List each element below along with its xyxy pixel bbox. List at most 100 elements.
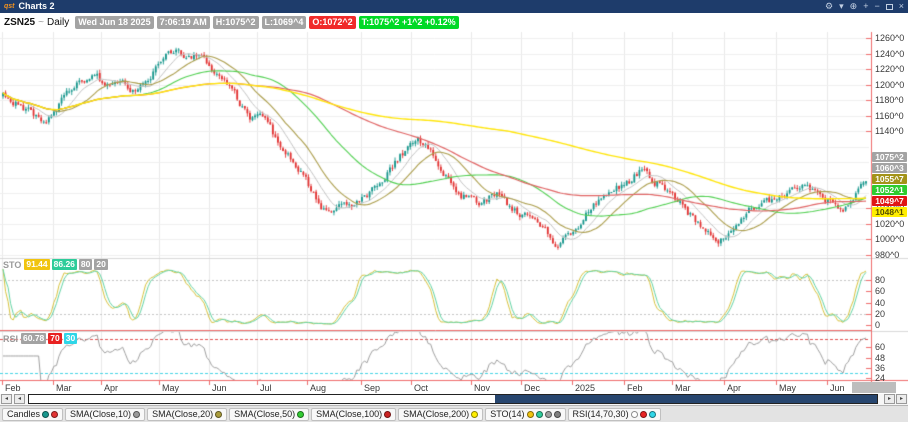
move-icon[interactable]: +: [863, 1, 868, 12]
legend-color-dot: [384, 410, 392, 418]
chart-area[interactable]: 1260^0 1240^0 1220^0 1200^0 1180^0 1160^0 1140…: [0, 31, 908, 394]
legend-item-sma-close-100-[interactable]: SMA(Close,100): [311, 407, 397, 421]
chevron-down-icon[interactable]: ▾: [839, 1, 844, 12]
legend-item-sma-close-50-[interactable]: SMA(Close,50): [229, 407, 310, 421]
x-axis-label: Jun: [212, 383, 227, 393]
legend-bar: Candles SMA(Close,10) SMA(Close,20) SMA(Clo…: [0, 405, 908, 422]
scrollbar-thumb[interactable]: [495, 395, 877, 403]
x-axis-label: Feb: [5, 383, 21, 393]
price-axis-badge-sma50: 1052^1: [872, 185, 907, 195]
legend-label: Candles: [7, 409, 41, 419]
legend-color-dot: [133, 410, 141, 418]
price-axis-badge-last-price: 1075^2: [872, 152, 907, 162]
legend-label: RSI(14,70,30): [572, 409, 629, 419]
legend-label: STO(14): [490, 409, 525, 419]
price-axis-badge-sma20: 1055^7: [872, 174, 907, 184]
legend-color-dot: [471, 410, 479, 418]
chart-header: ZSN25 ~ Daily Wed Jun 18 2025 7:06:19 AM H…: [0, 13, 908, 31]
price-axis-label: 1000^0: [875, 234, 905, 245]
period-selector[interactable]: Daily: [47, 17, 69, 28]
legend-color-dot: [648, 410, 656, 418]
legend-color-dot: [297, 410, 305, 418]
rsi-indicator-header: RSI 60.78 70 30: [3, 333, 78, 344]
close-icon[interactable]: ×: [899, 1, 904, 12]
legend-color-dot: [42, 410, 50, 418]
price-axis-badge-sma10: 1060^3: [872, 163, 907, 173]
legend-label: SMA(Close,10): [70, 409, 132, 419]
sto-label: STO: [3, 259, 22, 270]
x-axis-label: Mar: [675, 383, 691, 393]
legend-color-dot: [526, 410, 534, 418]
legend-item-rsi-14-70-30-[interactable]: RSI(14,70,30): [567, 407, 661, 421]
settings-icon[interactable]: ⚙: [825, 1, 833, 12]
legend-label: SMA(Close,100): [316, 409, 383, 419]
quote-badge: T:1075^2 +1^2 +0.12%: [358, 15, 459, 29]
legend-color-dot: [544, 410, 552, 418]
legend-label: SMA(Close,200): [403, 409, 470, 419]
price-axis-label: 1140^0: [875, 126, 904, 137]
x-axis-label: May: [779, 383, 797, 393]
price-axis-label: 1200^0: [875, 79, 905, 90]
legend-item-sto-14-[interactable]: STO(14): [485, 407, 566, 421]
scroll-left-button[interactable]: ◂: [14, 394, 25, 404]
rsi-axis-label: 36: [875, 362, 886, 373]
price-axis-badge-sma100: 1049^7: [872, 196, 907, 206]
quote-badges: Wed Jun 18 2025 7:06:19 AM H:1075^2 L:1069^…: [75, 15, 459, 29]
sto-value-badge: 91.44: [24, 259, 50, 270]
price-axis-label: 980^0: [875, 249, 900, 260]
legend-item-sma-close-20-[interactable]: SMA(Close,20): [147, 407, 228, 421]
sto-axis-label: 40: [875, 297, 886, 308]
quote-badge: 7:06:19 AM: [156, 15, 210, 29]
sto-axis-label: 60: [875, 286, 886, 297]
rsi-value-badge: 60.78: [21, 333, 47, 344]
x-axis-label: Aug: [310, 383, 327, 393]
scroll-end-button[interactable]: ▸: [896, 394, 907, 404]
legend-color-dot: [630, 410, 638, 418]
minimize-icon[interactable]: −: [874, 1, 879, 12]
pin-icon[interactable]: ⊕: [850, 1, 858, 12]
x-axis-label: Jun: [830, 383, 845, 393]
symbol-period-separator: ~: [38, 16, 44, 28]
price-chart-canvas[interactable]: [0, 31, 908, 394]
x-axis-label: May: [162, 383, 180, 393]
x-axis-label: Dec: [524, 383, 541, 393]
legend-color-dot: [215, 410, 223, 418]
rsi-axis-label: 60: [875, 342, 886, 353]
x-axis-label: Apr: [727, 383, 742, 393]
sto-value-badge: 80: [78, 259, 93, 270]
quote-badge: O:1072^2: [309, 15, 356, 29]
legend-item-sma-close-10-[interactable]: SMA(Close,10): [65, 407, 146, 421]
legend-item-sma-close-200-[interactable]: SMA(Close,200): [398, 407, 484, 421]
sto-value-badge: 86.26: [51, 259, 77, 270]
window-controls: ⚙ ▾ ⊕ + − ×: [825, 1, 904, 12]
chart-scrollbar[interactable]: ◂ ◂ ▸ ▸: [0, 394, 908, 405]
x-axis-label: Jul: [260, 383, 272, 393]
legend-item-candles[interactable]: Candles: [2, 407, 64, 421]
sto-axis-label: 0: [875, 320, 881, 330]
price-axis-label: 1240^0: [875, 48, 905, 59]
legend-label: SMA(Close,20): [152, 409, 214, 419]
date-axis-badge: [852, 382, 896, 393]
restore-icon[interactable]: [885, 3, 893, 10]
sto-axis-label: 80: [875, 275, 886, 285]
x-axis-label: Feb: [627, 383, 643, 393]
window-title: Charts 2: [18, 1, 55, 11]
price-axis-label: 1020^0: [875, 218, 905, 229]
qst-logo-icon: qst: [4, 3, 15, 10]
price-axis-label: 1180^0: [875, 95, 904, 106]
price-axis-label: 1220^0: [875, 64, 905, 75]
legend-color-dot: [553, 410, 561, 418]
legend-color-dot: [51, 410, 59, 418]
legend-color-dot: [639, 410, 647, 418]
scrollbar-track[interactable]: [28, 394, 878, 404]
scroll-start-button[interactable]: ◂: [1, 394, 12, 404]
scroll-right-button[interactable]: ▸: [884, 394, 895, 404]
chart-window: qst Charts 2 ⚙ ▾ ⊕ + − × ZSN25 ~ Daily Wed Ju…: [0, 0, 908, 422]
legend-label: SMA(Close,50): [234, 409, 296, 419]
price-axis-label: 1160^0: [875, 110, 904, 121]
quote-badge: Wed Jun 18 2025: [75, 15, 154, 29]
rsi-value-badge: 70: [48, 333, 62, 344]
rsi-axis-label: 48: [875, 352, 886, 363]
window-titlebar[interactable]: qst Charts 2 ⚙ ▾ ⊕ + − ×: [0, 0, 908, 13]
symbol-label[interactable]: ZSN25: [4, 17, 35, 28]
